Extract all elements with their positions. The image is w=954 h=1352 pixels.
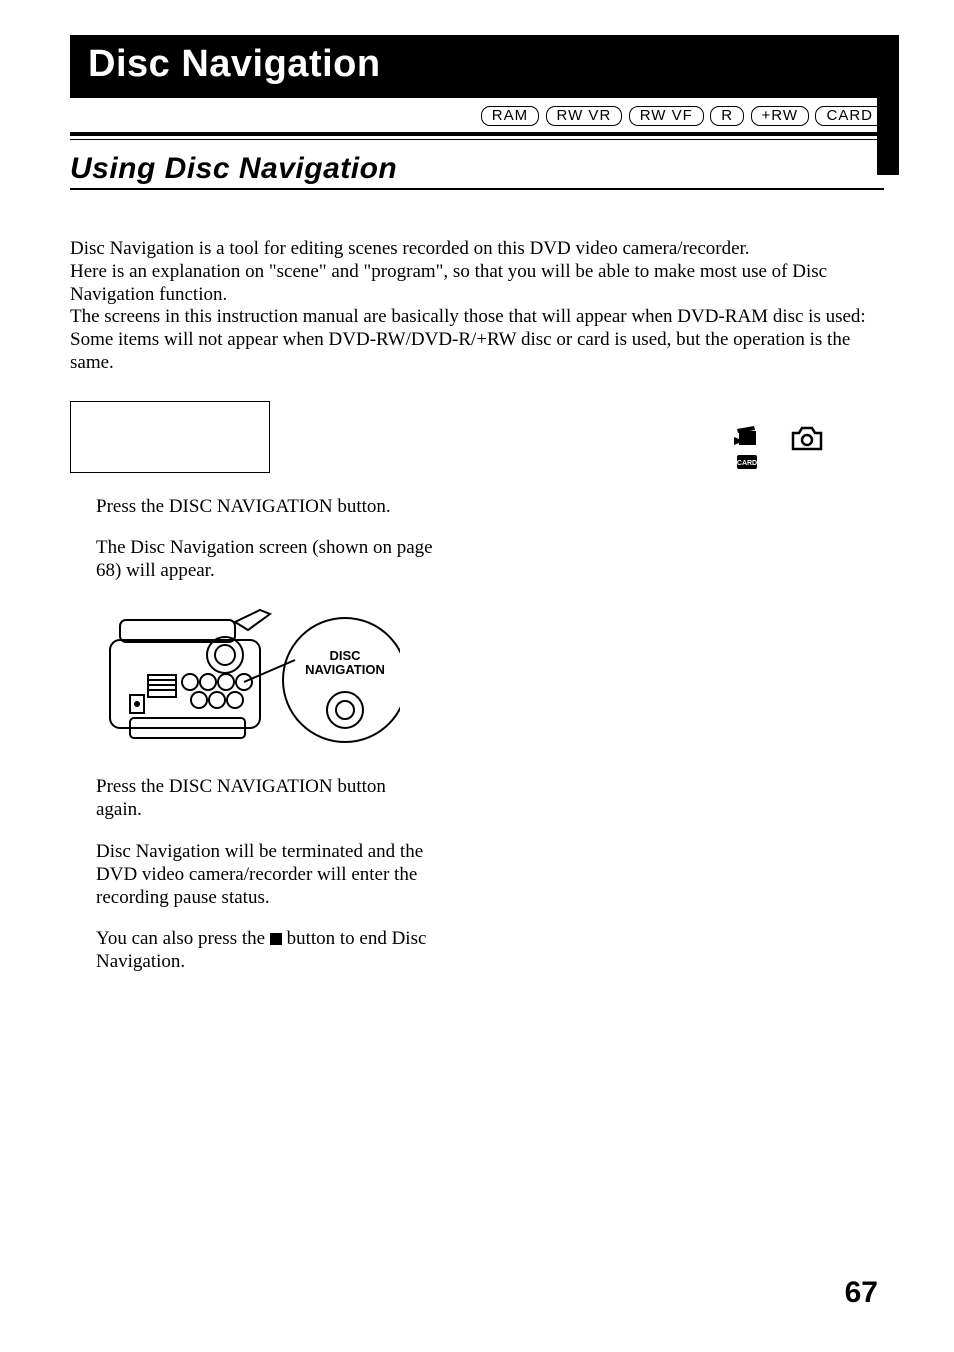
svg-text:CARD: CARD — [737, 460, 757, 467]
illustration-label-bottom: NAVIGATION — [305, 662, 385, 677]
right-column: CARD — [465, 401, 884, 992]
media-badge: R — [710, 106, 744, 126]
step-1-text-b: The Disc Navigation screen (shown on pag… — [70, 536, 435, 582]
stop-icon — [270, 933, 282, 945]
before-you-begin-box — [70, 401, 270, 473]
step-2-pre: You can also press the — [96, 928, 270, 949]
intro-paragraph: Disc Navigation is a tool for editing sc… — [70, 238, 884, 375]
movie-mode-icon — [734, 426, 756, 445]
photo-mode-icon — [793, 428, 821, 449]
media-badge: CARD — [815, 106, 884, 126]
chapter-title-text: Disc Navigation — [88, 43, 381, 85]
step-1-text-a: Press the DISC NAVIGATION button. — [70, 495, 435, 518]
section-rule — [70, 188, 884, 190]
media-badge: RW VF — [629, 106, 704, 126]
section-title: Using Disc Navigation — [70, 152, 884, 186]
mode-icons-area: CARD — [465, 401, 884, 485]
media-badge: +RW — [751, 106, 809, 126]
media-badge: RAM — [481, 106, 539, 126]
chapter-title-bar: Disc Navigation — [70, 35, 884, 98]
step-2-text-a: Press the DISC NAVIGATION button again. — [70, 775, 435, 821]
side-tab — [877, 35, 899, 175]
double-rule — [70, 132, 884, 140]
media-badge: RW VR — [546, 106, 623, 126]
left-column: Press the DISC NAVIGATION button. The Di… — [70, 401, 435, 992]
card-mode-icon: CARD — [737, 455, 757, 469]
camcorder-illustration: DISC NAVIGATION — [70, 600, 435, 755]
illustration-label-top: DISC — [329, 648, 361, 663]
step-2-text-b: Disc Navigation will be terminated and t… — [70, 840, 435, 910]
media-badge-row: RAM RW VR RW VF R +RW CARD — [70, 106, 884, 126]
two-column-body: Press the DISC NAVIGATION button. The Di… — [70, 401, 884, 992]
step-2-text-c: You can also press the button to end Dis… — [70, 927, 435, 973]
page-number: 67 — [845, 1276, 878, 1310]
